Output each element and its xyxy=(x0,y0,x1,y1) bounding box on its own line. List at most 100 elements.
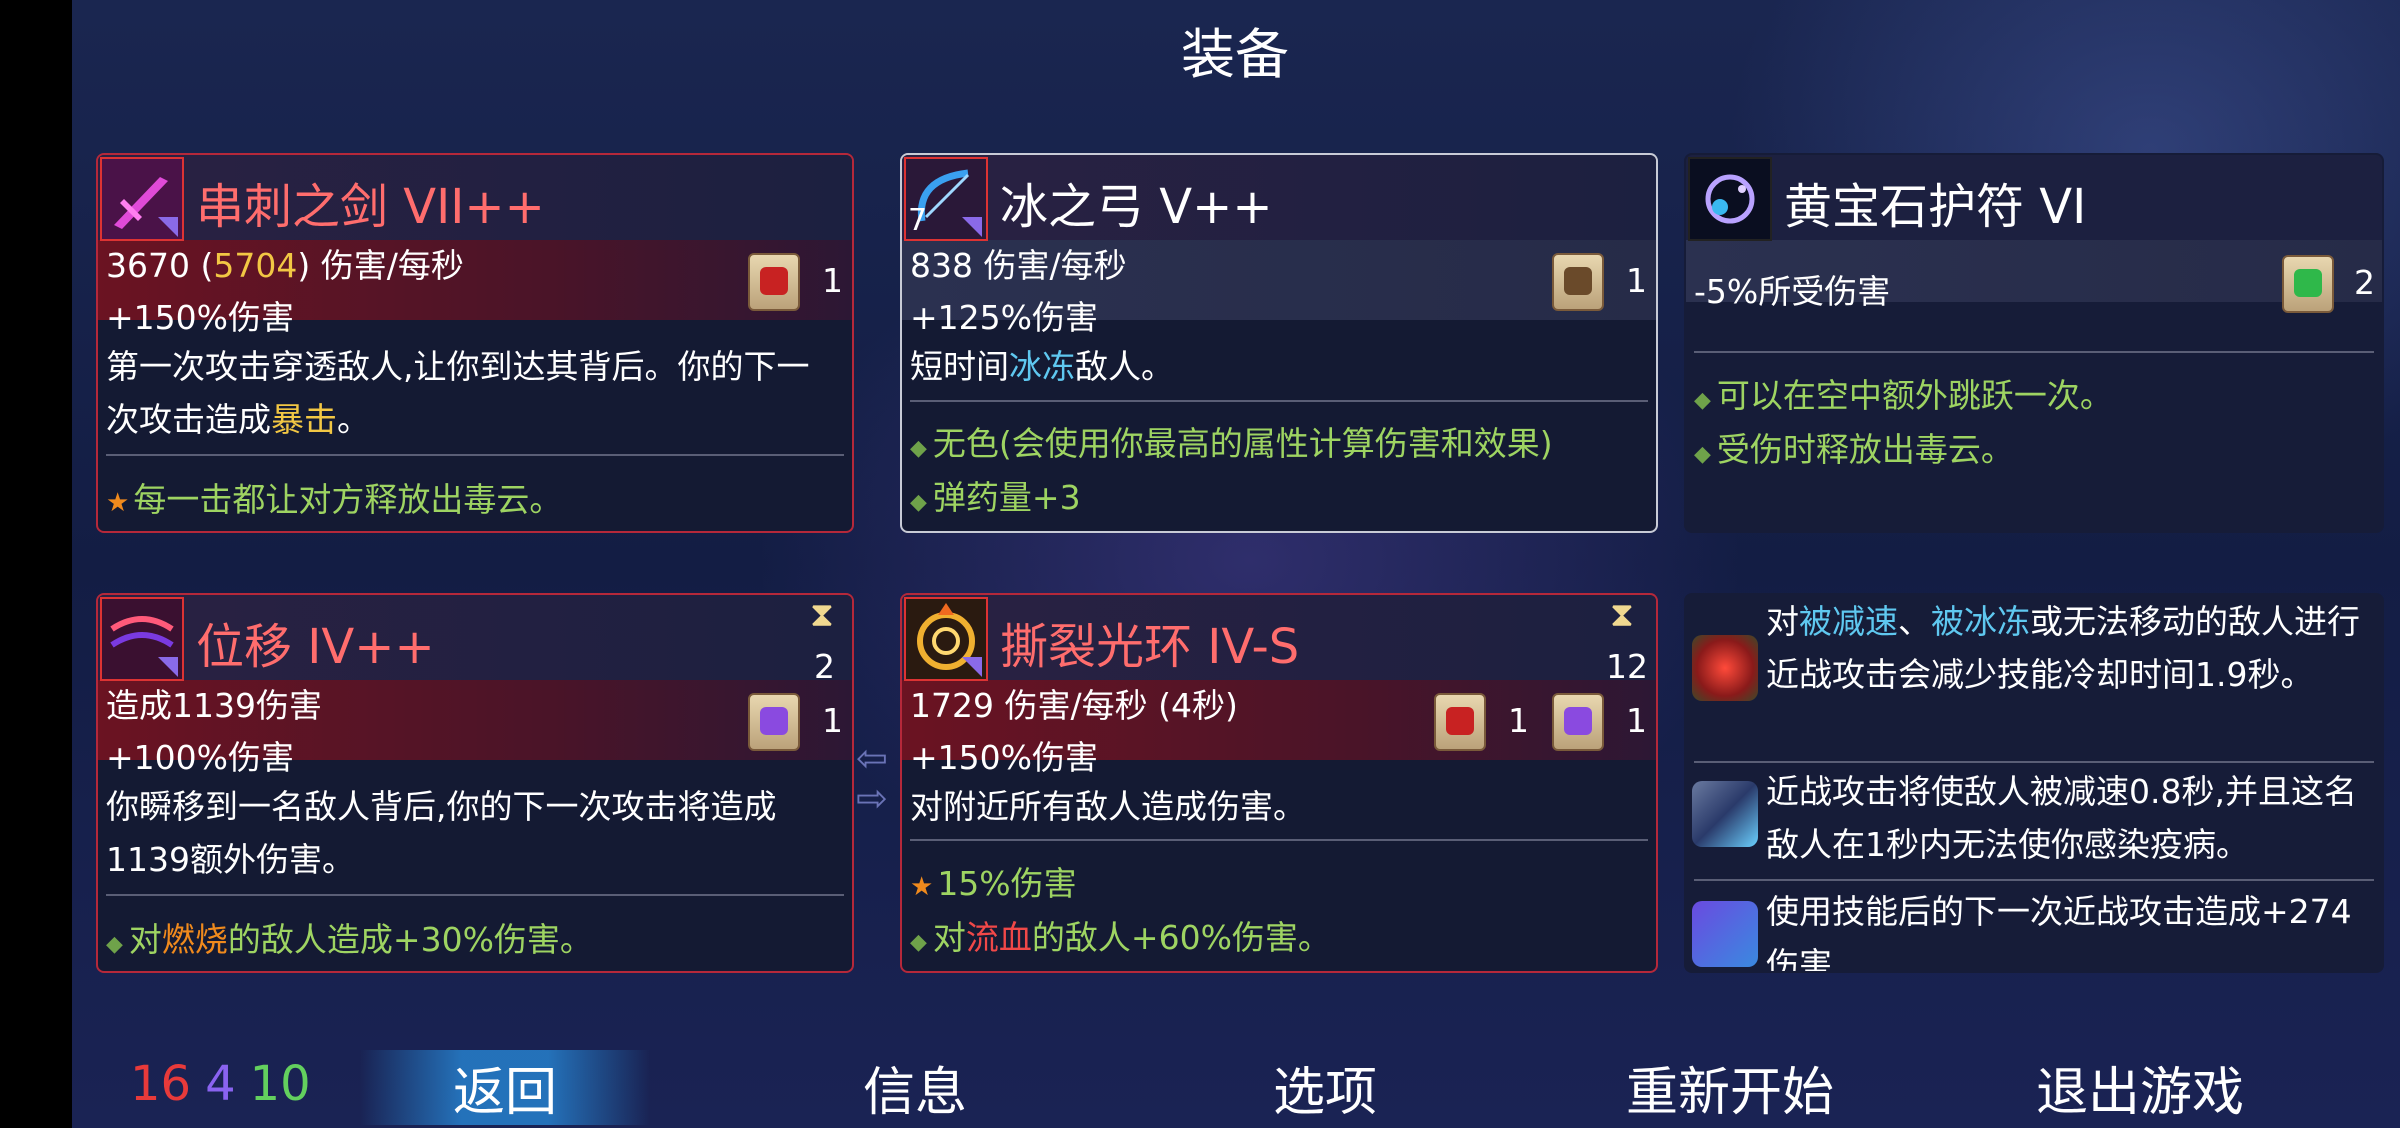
scroll-icon xyxy=(1552,693,1604,751)
page-title: 装备 xyxy=(1181,23,1289,86)
info-button[interactable]: 信息 xyxy=(800,1050,1030,1125)
tactics-count: 4 xyxy=(205,1056,236,1112)
divider xyxy=(910,400,1648,402)
dps-base: 3670 xyxy=(106,246,190,285)
scroll-count: 1 xyxy=(822,701,843,740)
icon-number: 7 xyxy=(908,203,928,238)
item-name: 位移 IV++ xyxy=(196,619,435,675)
bullet-icon: ◆ xyxy=(1694,388,1711,413)
passive-row: 对被减速、被冰冻或无法移动的敌人进行近战攻击会减少技能冷却时间1.9秒。 xyxy=(1686,595,2382,755)
affix-line: ◆ 可以在空中额外跳跃一次。 xyxy=(1694,376,2113,415)
cooldown: 2 xyxy=(814,647,835,686)
item-name: 撕裂光环 IV-S xyxy=(1000,619,1300,675)
rune-scroll-icon xyxy=(1692,901,1758,967)
hourglass-icon: ⧗ xyxy=(810,595,834,635)
bullet-icon: ◆ xyxy=(106,932,123,957)
divider xyxy=(1694,351,2374,353)
divider xyxy=(106,454,844,456)
item-bonus: +150%伤害 xyxy=(910,738,1098,777)
bullet-icon: ◆ xyxy=(1694,442,1711,467)
item-description: 对附近所有敌人造成伤害。 xyxy=(910,787,1306,826)
weapon-card-bow[interactable]: 7 冰之弓 V++ 838 伤害/每秒 1 +125%伤害 短时间冰冻敌人。 ◆… xyxy=(900,153,1658,533)
keyword-burning: 燃烧 xyxy=(161,920,228,959)
scroll-icon xyxy=(2282,255,2334,313)
blink-icon xyxy=(100,597,184,681)
divider xyxy=(106,894,844,896)
scroll-count: 1 xyxy=(822,261,843,300)
keyword-frozen: 被冰冻 xyxy=(1931,602,2030,641)
item-dps: 838 伤害/每秒 xyxy=(910,246,1127,285)
passives-panel[interactable]: 对被减速、被冰冻或无法移动的敌人进行近战攻击会减少技能冷却时间1.9秒。 近战攻… xyxy=(1684,593,2384,973)
skill-card-blink[interactable]: 位移 IV++ ⧗ 2 造成1139伤害 1 +100%伤害 你瞬移到一名敌人背… xyxy=(96,593,854,973)
affix-line: ★ 15%伤害 xyxy=(910,864,1077,903)
affix-line: ◆ 对燃烧的敌人造成+30%伤害。 xyxy=(106,920,593,959)
passive-text: 使用技能后的下一次近战攻击造成+274伤害 xyxy=(1766,892,2352,973)
passive-text: 近战攻击将使敌人被减速0.8秒,并且这名敌人在1秒内无法使你感染疫病。 xyxy=(1766,772,2357,864)
dps-open-paren: ( xyxy=(200,246,214,285)
item-description: 短时间冰冻敌人。 xyxy=(910,347,1174,386)
passive-row: 近战攻击将使敌人被减速0.8秒,并且这名敌人在1秒内无法使你感染疫病。 xyxy=(1686,765,2382,875)
restart-button[interactable]: 重新开始 xyxy=(1600,1050,1860,1125)
item-dps: 1729 伤害/每秒 (4秒) xyxy=(910,686,1238,725)
affix-line: ◆ 无色(会使用你最高的属性计算伤害和效果) xyxy=(910,424,1553,463)
keyword-freeze: 冰冻 xyxy=(1009,347,1075,386)
affix-line: ★ 每一击都让对方释放出毒云。 xyxy=(106,480,563,519)
item-bonus: +125%伤害 xyxy=(910,298,1098,337)
item-stat: -5%所受伤害 xyxy=(1694,272,1891,311)
item-stat: 造成1139伤害 xyxy=(106,686,322,725)
star-icon: ★ xyxy=(910,872,934,902)
affix-line: ◆ 弹药量+3 xyxy=(910,478,1081,517)
amulet-card[interactable]: 黄宝石护符 VI -5%所受伤害 2 ◆ 可以在空中额外跳跃一次。 ◆ 受伤时释放出… xyxy=(1684,153,2384,533)
aura-icon xyxy=(904,597,988,681)
bullet-icon: ◆ xyxy=(910,436,927,461)
divider xyxy=(1694,761,2374,763)
keyword-critical: 暴击 xyxy=(271,400,337,439)
passive-row: 使用技能后的下一次近战攻击造成+274伤害 xyxy=(1686,885,2382,973)
back-button[interactable]: 返回 xyxy=(360,1050,650,1125)
survival-count: 10 xyxy=(249,1056,311,1112)
item-bonus: +100%伤害 xyxy=(106,738,294,777)
sword-icon xyxy=(100,157,184,241)
cooldown: 12 xyxy=(1606,647,1648,686)
left-black-bar xyxy=(0,0,72,1128)
affix-line: ◆ 受伤时释放出毒云。 xyxy=(1694,430,2014,469)
item-name: 串刺之剑 VII++ xyxy=(196,179,545,235)
item-description: 第一次攻击穿透敌人,让你到达其背后。你的下一次攻击造成暴击。 xyxy=(106,347,810,439)
weapon-card-sword[interactable]: 串刺之剑 VII++ 3670 (5704) 伤害/每秒 1 +150%伤害 第… xyxy=(96,153,854,533)
keyword-bleeding: 流血 xyxy=(965,918,1032,957)
keyword-slowed: 被减速 xyxy=(1799,602,1898,641)
affix-line: ◆ 对流血的敌人+60%伤害。 xyxy=(910,918,1331,957)
swap-arrows-icon[interactable]: ⇦ ⇨ xyxy=(856,738,888,818)
dps-unit: 伤害/每秒 xyxy=(320,246,464,285)
item-bonus: +150%伤害 xyxy=(106,298,294,337)
skill-card-aura[interactable]: 撕裂光环 IV-S ⧗ 12 1729 伤害/每秒 (4秒) 1 1 +150%… xyxy=(900,593,1658,973)
brutality-count: 16 xyxy=(130,1056,192,1112)
scroll-count: 1 xyxy=(1626,701,1647,740)
scroll-count: 1 xyxy=(1508,701,1529,740)
scroll-icon xyxy=(1552,253,1604,311)
scroll-count: 1 xyxy=(1626,261,1647,300)
star-icon: ★ xyxy=(106,488,130,518)
hourglass-icon: ⧗ xyxy=(1610,595,1634,635)
frost-axe-icon xyxy=(1692,781,1758,847)
item-name: 冰之弓 V++ xyxy=(1000,179,1273,235)
divider xyxy=(1694,879,2374,881)
amulet-icon xyxy=(1688,157,1772,241)
dps-crit: 5704 xyxy=(213,246,298,285)
flame-icon xyxy=(1692,635,1758,701)
bullet-icon: ◆ xyxy=(910,930,927,955)
scroll-icon xyxy=(1434,693,1486,751)
divider xyxy=(910,839,1648,841)
scroll-icon xyxy=(748,693,800,751)
stat-counts: 16 4 10 xyxy=(130,1056,311,1112)
passive-text: 对被减速、被冰冻或无法移动的敌人进行近战攻击会减少技能冷却时间1.9秒。 xyxy=(1766,602,2360,694)
dps-close-paren: ) xyxy=(297,246,311,285)
quit-game-button[interactable]: 退出游戏 xyxy=(2010,1050,2270,1125)
bullet-icon: ◆ xyxy=(910,490,927,515)
item-dps: 3670 (5704) 伤害/每秒 xyxy=(106,239,464,287)
item-name: 黄宝石护符 VI xyxy=(1784,179,2087,235)
item-description: 你瞬移到一名敌人背后,你的下一次攻击将造成1139额外伤害。 xyxy=(106,787,777,879)
options-button[interactable]: 选项 xyxy=(1210,1050,1440,1125)
scroll-icon xyxy=(748,253,800,311)
scroll-count: 2 xyxy=(2354,263,2375,302)
